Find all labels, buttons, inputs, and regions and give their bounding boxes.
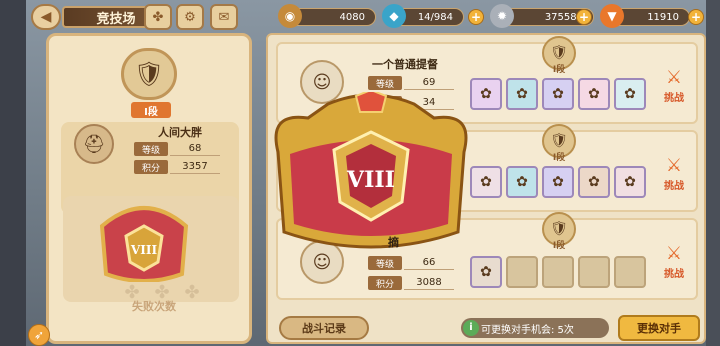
- hero-slot-empty: [542, 256, 574, 288]
- stamina-value: 4080: [339, 11, 365, 23]
- level-tag: 等级: [134, 142, 168, 156]
- score-tag: 积分: [368, 276, 402, 290]
- clover-mark-3-icon: ✤: [184, 282, 200, 303]
- clover-mark-2-icon: ✤: [154, 282, 170, 303]
- silver-coin-icon: ✹: [490, 4, 514, 28]
- opponent-3-score-row: 积分 3088: [368, 276, 468, 290]
- small-chest-icon: VIII: [99, 206, 189, 282]
- left-edge: [0, 0, 26, 346]
- rank-emblem-icon: 🛡: [121, 48, 177, 100]
- level-tag: 等级: [368, 256, 402, 270]
- add-carrot-button[interactable]: +: [688, 9, 704, 25]
- clover-mark-1-icon: ✤: [124, 282, 140, 303]
- player-rank-label: I段: [131, 102, 171, 118]
- rank-chest-icon: VIII: [274, 92, 468, 249]
- opponent-3-name: 摘: [388, 236, 399, 249]
- opponent-1-name: 一个普通提督: [372, 58, 438, 71]
- carrot-icon: ▼: [600, 4, 624, 28]
- opponent-1-level-row: 等级 69: [368, 76, 468, 90]
- challenge-button-2[interactable]: ⚔ 挑战: [656, 152, 692, 196]
- carrot-value: 11910: [647, 11, 679, 23]
- back-button[interactable]: ◀: [31, 4, 61, 30]
- player-panel: 🛡 I段 失败次数: [46, 33, 252, 344]
- hero-slot[interactable]: ✿: [578, 78, 610, 110]
- challenge-label: 挑战: [664, 92, 684, 104]
- opponent-3-rank-label: I段: [552, 241, 566, 251]
- battle-log-button[interactable]: 战斗记录: [279, 316, 369, 340]
- hero-slot[interactable]: ✿: [506, 166, 538, 198]
- add-gem-pack-button[interactable]: +: [468, 9, 484, 25]
- player-level-row: 等级 68: [134, 142, 234, 156]
- opponent-3-score-value: 3088: [404, 276, 454, 290]
- score-tag: 积分: [134, 160, 168, 174]
- hero-slot[interactable]: ✿: [614, 78, 646, 110]
- hero-slot[interactable]: ✿: [470, 78, 502, 110]
- clover-icon[interactable]: ✤: [144, 4, 172, 30]
- crossed-swords-icon: ⚔: [665, 66, 683, 88]
- hero-slot[interactable]: ✿: [506, 78, 538, 110]
- back-icon: ◀: [40, 9, 52, 25]
- hero-slot[interactable]: ✿: [614, 166, 646, 198]
- player-score-row: 积分 3357: [134, 160, 234, 174]
- challenge-label: 挑战: [664, 180, 684, 192]
- swap-opponent-button[interactable]: 更换对手: [618, 315, 700, 341]
- add-silver-coin-button[interactable]: +: [576, 9, 592, 25]
- crossed-swords-icon: ⚔: [665, 154, 683, 176]
- opponent-3-level-value: 66: [404, 256, 454, 270]
- hero-slot[interactable]: ✿: [470, 256, 502, 288]
- stamina-counter: 4080: [290, 8, 376, 26]
- hero-slot[interactable]: ✿: [542, 78, 574, 110]
- player-name: 人间大胖: [158, 126, 202, 139]
- opponent-1-level-value: 69: [404, 76, 454, 90]
- crossed-swords-icon: ⚔: [665, 242, 683, 264]
- hero-slot[interactable]: ✿: [578, 166, 610, 198]
- challenge-label: 挑战: [664, 268, 684, 280]
- hero-slot-empty: [578, 256, 610, 288]
- stamina-icon: ◉: [278, 4, 302, 28]
- hero-slot[interactable]: ✿: [470, 166, 502, 198]
- challenge-button-3[interactable]: ⚔ 挑战: [656, 240, 692, 284]
- opponent-2-rank-label: I段: [552, 153, 566, 163]
- gear-icon[interactable]: ⚙: [176, 4, 204, 30]
- refresh-count-info: 可更换对手机会: 5次: [461, 318, 609, 338]
- opponent-1-rank-label: I段: [552, 65, 566, 75]
- info-icon: i: [463, 320, 479, 336]
- opponent-3-level-row: 等级 66: [368, 256, 468, 270]
- player-avatar-icon[interactable]: ⛑: [74, 124, 114, 164]
- envelope-icon[interactable]: ✉: [210, 4, 238, 30]
- player-level-value: 68: [170, 142, 220, 156]
- hero-slot[interactable]: ✿: [542, 166, 574, 198]
- gem-pack-value: 14/984: [417, 11, 453, 23]
- gem-pack-icon: ◆: [382, 4, 406, 28]
- chest-numeral: VIII: [346, 167, 395, 193]
- challenge-button-1[interactable]: ⚔ 挑战: [656, 64, 692, 108]
- right-edge: [706, 0, 720, 346]
- player-score-value: 3357: [170, 160, 220, 174]
- hero-slot-empty: [506, 256, 538, 288]
- rocket-icon[interactable]: ➶: [28, 324, 50, 346]
- level-tag: 等级: [368, 76, 402, 90]
- small-chest-numeral: VIII: [130, 243, 158, 257]
- hero-slot-empty: [614, 256, 646, 288]
